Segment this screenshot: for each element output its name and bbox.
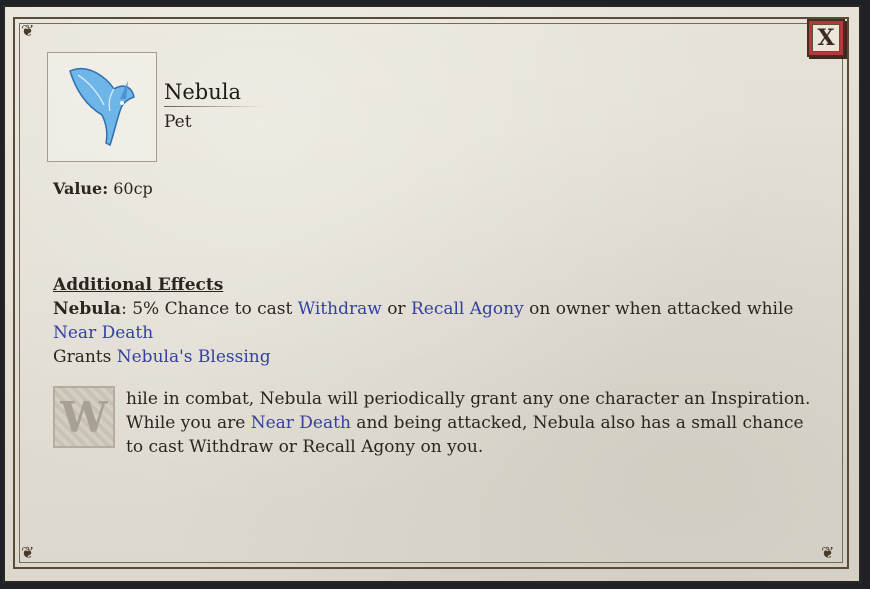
item-icon-frame bbox=[47, 52, 157, 162]
effect-source: Nebula bbox=[53, 299, 122, 319]
value-row: Value: 60cp bbox=[53, 179, 153, 198]
corner-ornament-icon: ❦ bbox=[21, 543, 35, 562]
effects-heading: Additional Effects bbox=[53, 275, 224, 295]
lore-near-death-link[interactable]: Near Death bbox=[251, 413, 351, 433]
effect-text: or bbox=[381, 299, 411, 319]
effect-text: : 5% Chance to cast bbox=[121, 299, 298, 319]
item-name: Nebula bbox=[164, 80, 242, 104]
close-icon: X bbox=[812, 24, 840, 52]
close-button[interactable]: X bbox=[807, 19, 845, 57]
effect-line-cast-chance: Nebula: 5% Chance to cast Withdraw or Re… bbox=[53, 297, 813, 345]
lore-description: hile in combat, Nebula will periodically… bbox=[126, 387, 816, 459]
effect-text: Grants bbox=[53, 347, 117, 367]
recall-agony-link[interactable]: Recall Agony bbox=[411, 299, 524, 319]
nebulas-blessing-link[interactable]: Nebula's Blessing bbox=[117, 347, 271, 367]
nebula-pet-icon bbox=[69, 68, 135, 147]
effect-line-grants: Grants Nebula's Blessing bbox=[53, 345, 813, 369]
value-label: Value: bbox=[53, 179, 109, 198]
name-divider bbox=[164, 106, 264, 107]
item-tooltip-window: ❦ ❦ ❦ Nebula Pet Value: 60cp Additional … bbox=[3, 5, 861, 583]
effect-text: on owner when attacked while bbox=[523, 299, 794, 319]
item-type: Pet bbox=[164, 112, 192, 132]
value-amount: 60cp bbox=[113, 179, 153, 198]
drop-cap-icon: W bbox=[53, 386, 115, 448]
corner-ornament-icon: ❦ bbox=[21, 21, 35, 40]
withdraw-link[interactable]: Withdraw bbox=[298, 299, 382, 319]
near-death-link[interactable]: Near Death bbox=[53, 323, 153, 343]
corner-ornament-icon: ❦ bbox=[821, 543, 835, 562]
additional-effects-section: Additional Effects Nebula: 5% Chance to … bbox=[53, 273, 813, 369]
